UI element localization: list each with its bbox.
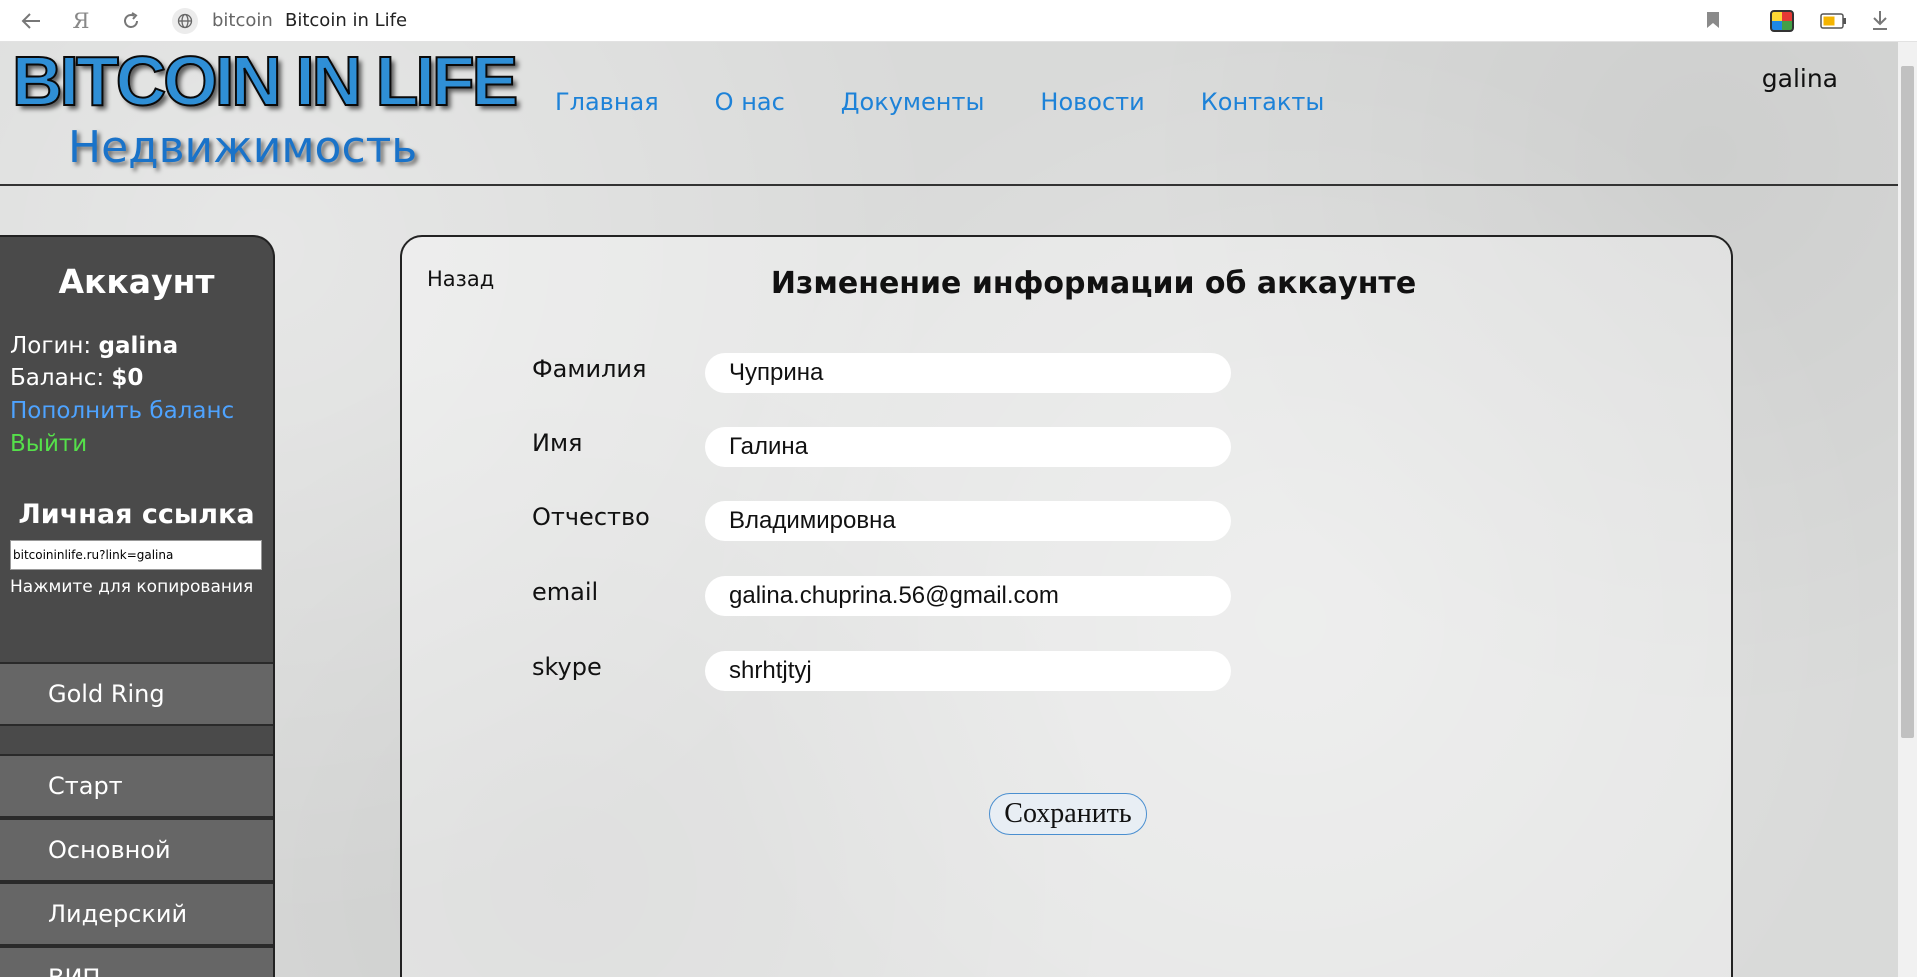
sidebar-item-basic[interactable]: Основной xyxy=(0,818,273,882)
patronymic-label: Отчество xyxy=(532,503,650,531)
referral-link-field[interactable] xyxy=(10,540,262,570)
topup-balance-link[interactable]: Пополнить баланс xyxy=(10,398,234,424)
email-field[interactable] xyxy=(705,576,1231,616)
balance-value: $0 xyxy=(111,365,144,391)
logout-link[interactable]: Выйти xyxy=(10,431,87,457)
bookmark-icon[interactable] xyxy=(1706,11,1720,33)
header-divider xyxy=(0,184,1898,186)
site-logo-subtitle: Недвижимость xyxy=(68,122,418,173)
referral-copy-hint: Нажмите для копирования xyxy=(10,577,254,597)
page: BITCOIN IN LIFE Недвижимость Главная О н… xyxy=(0,42,1898,977)
account-edit-panel: Назад Изменение информации об аккаунте Ф… xyxy=(400,235,1733,977)
surname-label: Фамилия xyxy=(532,355,647,383)
patronymic-field[interactable] xyxy=(705,501,1231,541)
page-title-tab[interactable]: Bitcoin in Life xyxy=(285,10,407,31)
sidebar-item-start[interactable]: Старт xyxy=(0,754,273,818)
login-info: Логин: galina xyxy=(10,333,178,359)
nav-link-about[interactable]: О нас xyxy=(715,88,785,116)
balance-info: Баланс: $0 xyxy=(10,365,143,391)
nav-link-contacts[interactable]: Контакты xyxy=(1201,88,1325,116)
browser-toolbar: Я bitcoin Bitcoin in Life xyxy=(0,0,1917,42)
sidebar-title: Аккаунт xyxy=(58,262,215,301)
skype-field[interactable] xyxy=(705,651,1231,691)
download-icon[interactable] xyxy=(1870,9,1890,35)
extension-icon[interactable] xyxy=(1770,10,1794,32)
balance-label: Баланс: xyxy=(10,365,112,391)
first-name-label: Имя xyxy=(532,429,583,457)
page-scrollbar-thumb[interactable] xyxy=(1901,66,1914,738)
url-domain[interactable]: bitcoin xyxy=(212,10,273,31)
header-username[interactable]: galina xyxy=(1762,64,1838,93)
sidebar-item-vip[interactable]: ВИП xyxy=(0,946,273,977)
globe-icon[interactable] xyxy=(172,8,198,34)
referral-link-title: Личная ссылка xyxy=(18,499,255,530)
nav-link-news[interactable]: Новости xyxy=(1040,88,1144,116)
nav-link-home[interactable]: Главная xyxy=(555,88,659,116)
save-button[interactable]: Сохранить xyxy=(989,793,1147,835)
back-arrow-icon[interactable] xyxy=(16,6,46,36)
site-logo[interactable]: BITCOIN IN LIFE xyxy=(11,45,519,117)
battery-icon[interactable] xyxy=(1820,12,1848,34)
first-name-field[interactable] xyxy=(705,427,1231,467)
reload-icon[interactable] xyxy=(116,6,146,36)
sidebar-item-leader[interactable]: Лидерский xyxy=(0,882,273,946)
main-nav: Главная О нас Документы Новости Контакты xyxy=(555,88,1324,116)
sidebar-item-gold-ring[interactable]: Gold Ring xyxy=(0,662,273,726)
login-label: Логин: xyxy=(10,333,99,359)
skype-label: skype xyxy=(532,653,602,681)
form-title: Изменение информации об аккаунте xyxy=(770,266,1417,301)
account-sidebar: Аккаунт Логин: galina Баланс: $0 Пополни… xyxy=(0,235,275,977)
email-label: email xyxy=(532,578,599,606)
yandex-button[interactable]: Я xyxy=(66,6,96,36)
nav-link-documents[interactable]: Документы xyxy=(841,88,985,116)
surname-field[interactable] xyxy=(705,353,1231,393)
login-value: galina xyxy=(98,333,179,359)
